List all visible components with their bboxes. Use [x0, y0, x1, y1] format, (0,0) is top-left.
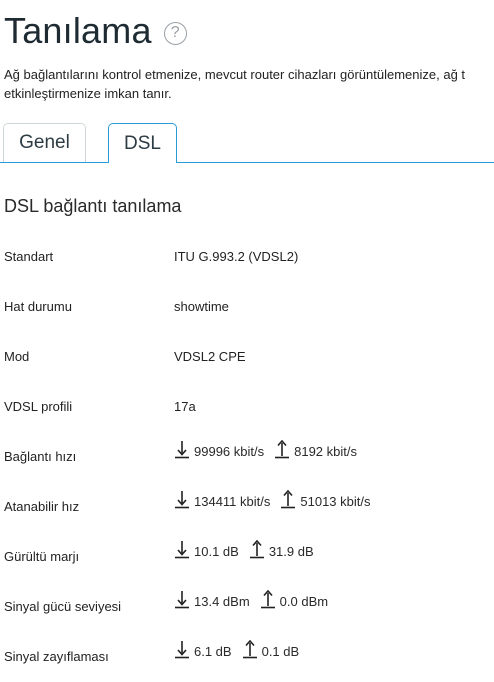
upload-arrow-icon [281, 489, 296, 509]
tab-bar-underline [0, 162, 494, 163]
down-value: 10.1 dB [194, 544, 239, 559]
upload-arrow-icon [242, 639, 257, 659]
row-sinyal-gucu-seviyesi: Sinyal gücü seviyesi 13.4 dBm 0.0 dBm [0, 589, 494, 617]
description-line-1: Ağ bağlantılarını kontrol etmenize, mevc… [4, 67, 466, 82]
row-vdsl-profili: VDSL profili 17a [0, 397, 494, 417]
rate-values: 6.1 dB 0.1 dB [174, 639, 309, 659]
question-circle-icon[interactable]: ? [163, 21, 187, 45]
tab-genel[interactable]: Genel [3, 123, 86, 162]
page-description: Ağ bağlantılarını kontrol etmenize, mevc… [4, 65, 494, 103]
tab-dsl[interactable]: DSL [108, 123, 177, 163]
row-value: 17a [174, 399, 196, 414]
row-label: Sinyal gücü seviyesi [4, 599, 122, 614]
up-value: 8192 kbit/s [294, 444, 357, 459]
down-value: 99996 kbit/s [194, 444, 265, 459]
row-value: showtime [174, 299, 229, 314]
description-line-2: etkinleştirmenize imkan tanır. [4, 86, 172, 101]
rate-values: 99996 kbit/s 8192 kbit/s [174, 439, 367, 459]
row-label: VDSL profili [4, 399, 73, 414]
up-value: 0.1 dB [261, 644, 300, 659]
row-label: Hat durumu [4, 299, 72, 314]
rate-values: 10.1 dB 31.9 dB [174, 539, 324, 559]
section-title: DSL bağlantı tanılama [4, 196, 182, 216]
download-arrow-icon [175, 591, 189, 609]
row-label: Gürültü marjı [4, 549, 80, 564]
row-gurultu-marji: Gürültü marjı 10.1 dB 31.9 dB [0, 539, 494, 567]
up-value: 51013 kbit/s [300, 494, 371, 509]
row-label: Sinyal zayıflaması [4, 649, 109, 664]
download-arrow-icon [175, 491, 189, 509]
row-standart: Standart ITU G.993.2 (VDSL2) [0, 247, 494, 267]
down-value: 6.1 dB [194, 644, 232, 659]
row-label: Mod [4, 349, 30, 364]
upload-arrow-icon [260, 589, 275, 609]
row-value: ITU G.993.2 (VDSL2) [174, 249, 299, 264]
row-label: Standart [4, 249, 54, 264]
row-sinyal-zayiflamasi: Sinyal zayıflaması 6.1 dB 0.1 dB [0, 639, 494, 667]
download-arrow-icon [175, 641, 189, 659]
row-label: Bağlantı hızı [4, 449, 77, 464]
rate-values: 13.4 dBm 0.0 dBm [174, 589, 338, 609]
row-atanabilir-hiz: Atanabilir hız 134411 kbit/s 51013 kbit/… [0, 489, 494, 517]
row-baglanti-hizi: Bağlantı hızı 99996 kbit/s 8192 kbit/s [0, 439, 494, 467]
upload-arrow-icon [275, 439, 290, 459]
upload-arrow-icon [249, 539, 264, 559]
row-label: Atanabilir hız [4, 499, 80, 514]
rate-values: 134411 kbit/s 51013 kbit/s [174, 489, 380, 509]
down-value: 134411 kbit/s [194, 494, 271, 509]
tab-bar: Genel DSL [0, 123, 494, 163]
title-row: Tanılama ? [4, 10, 187, 52]
row-hat-durumu: Hat durumu showtime [0, 297, 494, 317]
up-value: 31.9 dB [268, 544, 314, 559]
download-arrow-icon [175, 441, 189, 459]
download-arrow-icon [175, 541, 189, 559]
up-value: 0.0 dBm [279, 594, 329, 609]
row-mod: Mod VDSL2 CPE [0, 347, 494, 367]
down-value: 13.4 dBm [194, 594, 250, 609]
row-value: VDSL2 CPE [174, 349, 246, 364]
page-title: Tanılama [4, 10, 152, 51]
